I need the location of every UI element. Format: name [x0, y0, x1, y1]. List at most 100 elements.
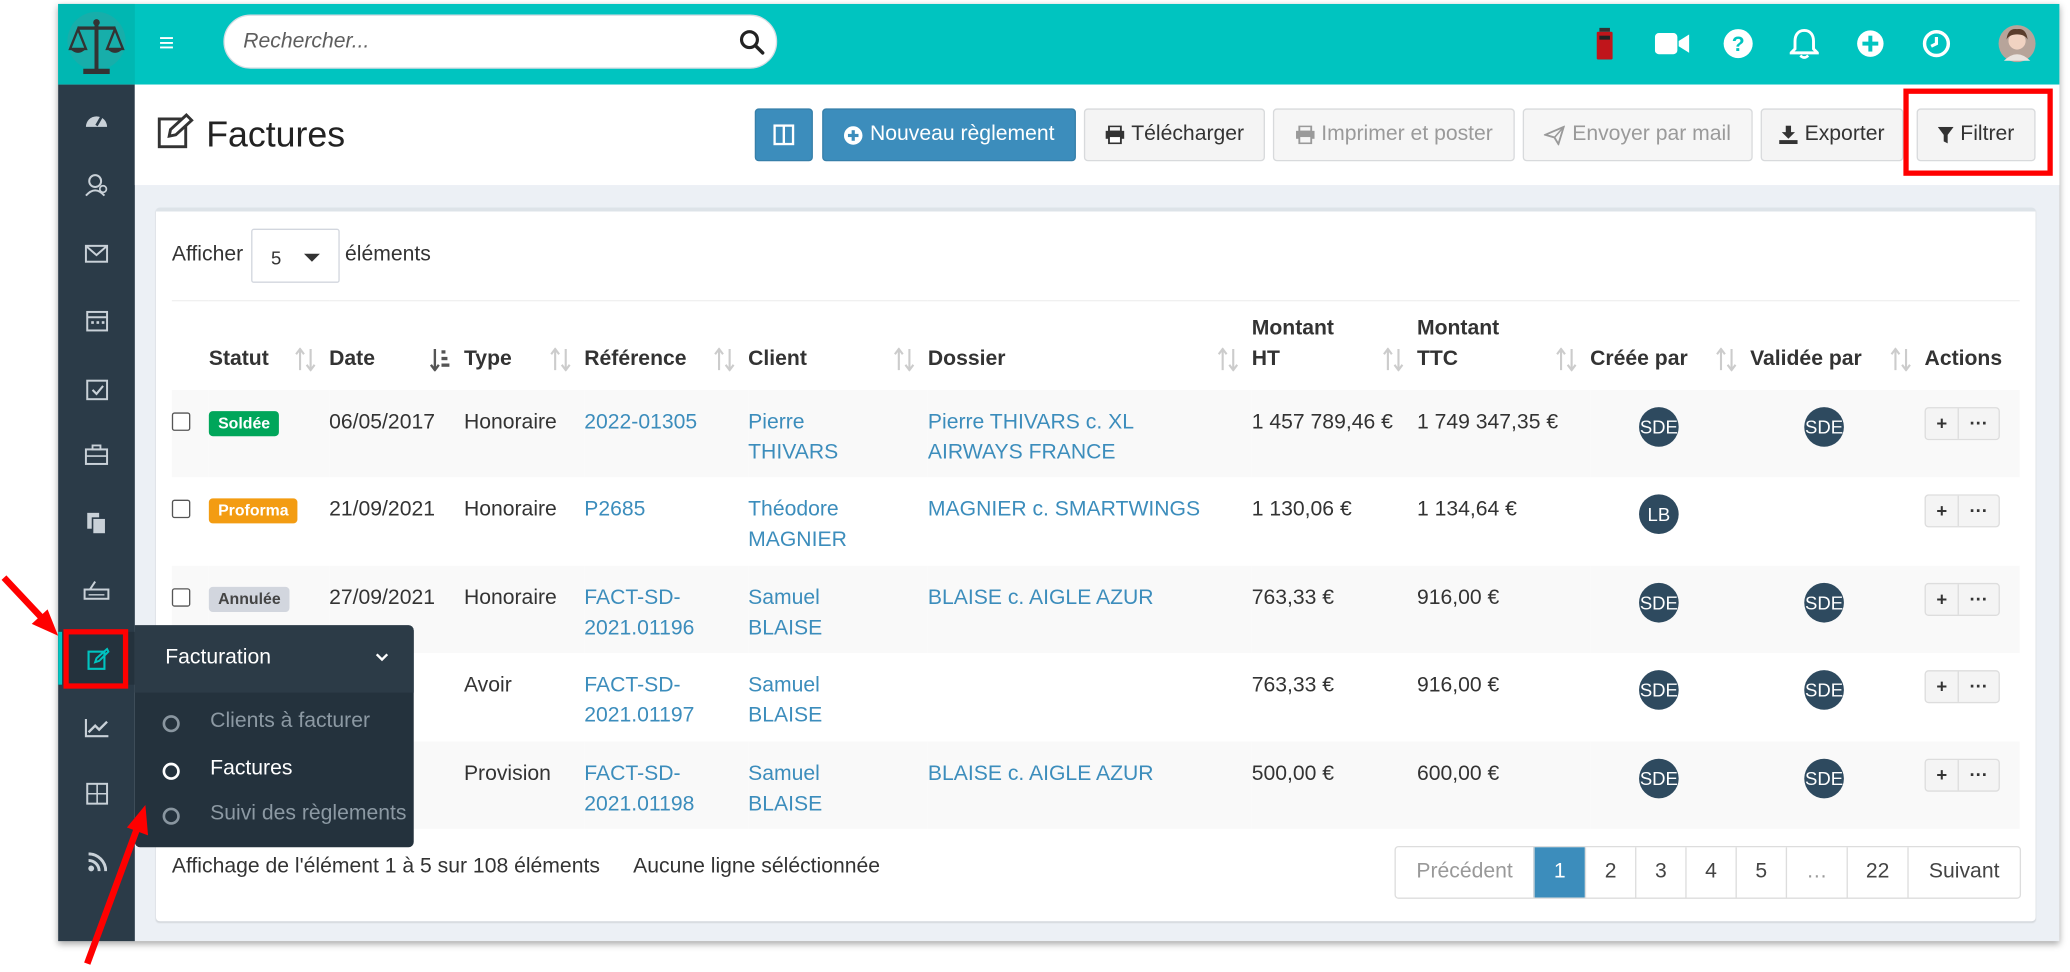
- add-action-icon[interactable]: +: [1926, 584, 1958, 614]
- dossier-link[interactable]: Pierre THIVARS c. XL AIRWAYS FRANCE: [928, 410, 1134, 463]
- reference-cell: 2022-01305: [584, 389, 748, 477]
- pagination-page[interactable]: 1: [1533, 847, 1585, 898]
- new-payment-button[interactable]: Nouveau règlement: [822, 108, 1076, 162]
- client-link[interactable]: Samuel BLAISE: [748, 674, 822, 727]
- row-checkbox[interactable]: [171, 587, 191, 607]
- sidebar-item-dashboard[interactable]: [58, 93, 135, 146]
- sidebar-item-cases[interactable]: [58, 428, 135, 481]
- pagination-page[interactable]: 22: [1846, 847, 1908, 898]
- column-header-date[interactable]: Date: [329, 301, 464, 390]
- client-link[interactable]: Pierre THIVARS: [748, 410, 838, 463]
- add-circle-icon[interactable]: [1849, 22, 1891, 64]
- dossier-link[interactable]: BLAISE c. AIGLE AZUR: [928, 586, 1154, 608]
- sidebar-item-tasks[interactable]: [58, 362, 135, 415]
- more-actions-icon[interactable]: ···: [1957, 671, 1999, 703]
- sidebar-item-calendar[interactable]: [58, 293, 135, 346]
- sidebar-item-timesheet[interactable]: [58, 563, 135, 616]
- table-row: Soldée 06/05/2017 Honoraire 2022-01305 P…: [171, 389, 2020, 478]
- more-actions-icon[interactable]: ···: [1957, 583, 1999, 615]
- amount-ht-cell: 763,33 €: [1251, 674, 1335, 697]
- sort-icon: [1383, 346, 1404, 371]
- client-link[interactable]: Théodore MAGNIER: [748, 498, 847, 551]
- validated-by-cell: [1750, 477, 1924, 565]
- toggle-columns-button[interactable]: [754, 108, 813, 162]
- mail-icon: [84, 244, 109, 263]
- table-row: Annulée 27/09/2021 Honoraire FACT-SD- 202…: [171, 565, 2020, 654]
- column-header-reference[interactable]: Référence: [584, 301, 748, 390]
- dossier-cell: Pierre THIVARS c. XL AIRWAYS FRANCE: [928, 389, 1252, 477]
- scales-logo-icon: [67, 11, 126, 74]
- column-header-status[interactable]: Statut: [209, 301, 329, 390]
- more-actions-icon[interactable]: ···: [1957, 759, 1999, 791]
- sort-icon: [894, 346, 915, 371]
- annotation-box-filter: [1903, 88, 2053, 176]
- download-button[interactable]: Télécharger: [1083, 108, 1265, 162]
- export-button[interactable]: Exporter: [1760, 108, 1904, 162]
- menu-toggle-icon[interactable]: ≡: [153, 29, 179, 58]
- submenu-header[interactable]: Facturation: [134, 625, 414, 693]
- column-header-validated-by[interactable]: Validée par: [1750, 301, 1924, 390]
- pagination-previous[interactable]: Précédent: [1396, 847, 1533, 897]
- row-actions: + ···: [1924, 670, 2000, 704]
- pagination-page[interactable]: 2: [1584, 847, 1635, 898]
- send-mail-button[interactable]: Envoyer par mail: [1522, 108, 1753, 162]
- pagination-next[interactable]: Suivant: [1907, 847, 2019, 898]
- more-actions-icon[interactable]: ···: [1957, 407, 1999, 439]
- logo[interactable]: [58, 3, 135, 85]
- submenu-item-clients-to-bill[interactable]: Clients à facturer: [135, 702, 414, 744]
- row-checkbox[interactable]: [171, 499, 191, 519]
- add-action-icon[interactable]: +: [1926, 496, 1958, 526]
- add-action-icon[interactable]: +: [1926, 408, 1958, 438]
- client-cell: Samuel BLAISE: [748, 565, 928, 653]
- sidebar-item-feed[interactable]: [58, 835, 135, 888]
- pagination-page[interactable]: 5: [1735, 847, 1786, 898]
- sidebar-item-contacts[interactable]: [58, 159, 135, 212]
- dossier-cell: MAGNIER c. SMARTWINGS: [928, 477, 1252, 565]
- submenu-item-payment-tracking[interactable]: Suivi des règlements: [135, 794, 414, 836]
- dossier-link[interactable]: BLAISE c. AIGLE AZUR: [928, 763, 1154, 785]
- print-post-button[interactable]: Imprimer et poster: [1272, 108, 1515, 162]
- table-row: Proforma 21/09/2021 Honoraire P2685 Théo…: [171, 477, 2020, 565]
- status-badge: Proforma: [208, 498, 298, 524]
- row-checkbox[interactable]: [171, 411, 191, 431]
- amount-ht-cell: 500,00 €: [1251, 762, 1335, 785]
- reference-link[interactable]: FACT-SD- 2021.01198: [584, 763, 694, 816]
- reference-link[interactable]: FACT-SD- 2021.01197: [584, 674, 694, 727]
- video-camera-icon[interactable]: [1651, 22, 1693, 64]
- clock-icon[interactable]: [1915, 22, 1957, 64]
- add-action-icon[interactable]: +: [1926, 672, 1958, 702]
- column-header-amount-ht[interactable]: Montant HT: [1252, 301, 1417, 390]
- column-header-amount-ttc[interactable]: Montant TTC: [1417, 301, 1590, 390]
- submenu-item-invoices[interactable]: Factures: [135, 749, 414, 791]
- sidebar-item-statistics[interactable]: [58, 701, 135, 754]
- user-avatar[interactable]: [1996, 22, 2038, 64]
- column-header-type[interactable]: Type: [464, 301, 584, 390]
- reference-link[interactable]: P2685: [584, 498, 645, 520]
- actions-cell: + ···: [1924, 565, 2020, 653]
- search-icon[interactable]: [739, 29, 765, 55]
- type-cell: Honoraire: [463, 586, 557, 609]
- search-input[interactable]: [243, 27, 720, 57]
- more-actions-icon[interactable]: ···: [1957, 495, 1999, 527]
- pagination-page[interactable]: 4: [1685, 847, 1735, 898]
- sidebar-item-documents[interactable]: [58, 497, 135, 550]
- paper-plane-icon: [1544, 124, 1566, 145]
- column-header-client[interactable]: Client: [748, 301, 928, 390]
- client-link[interactable]: Samuel BLAISE: [748, 586, 822, 639]
- column-header-dossier[interactable]: Dossier: [928, 301, 1252, 390]
- sidebar-item-mail[interactable]: [58, 227, 135, 280]
- battery-status-icon[interactable]: [1584, 22, 1626, 64]
- reference-link[interactable]: FACT-SD- 2021.01196: [584, 586, 694, 639]
- column-header-created-by[interactable]: Créée par: [1590, 301, 1750, 390]
- reference-link[interactable]: 2022-01305: [584, 410, 697, 432]
- page-length-select[interactable]: 5: [251, 228, 340, 283]
- row-actions: + ···: [1924, 758, 2000, 792]
- sidebar-item-calculator[interactable]: [58, 767, 135, 820]
- chevron-down-icon: [375, 653, 389, 662]
- notifications-bell-icon[interactable]: [1783, 22, 1825, 64]
- help-icon[interactable]: ?: [1717, 22, 1759, 64]
- dossier-link[interactable]: MAGNIER c. SMARTWINGS: [928, 498, 1200, 520]
- client-link[interactable]: Samuel BLAISE: [748, 763, 822, 816]
- add-action-icon[interactable]: +: [1926, 760, 1958, 790]
- pagination-page[interactable]: 3: [1635, 847, 1685, 898]
